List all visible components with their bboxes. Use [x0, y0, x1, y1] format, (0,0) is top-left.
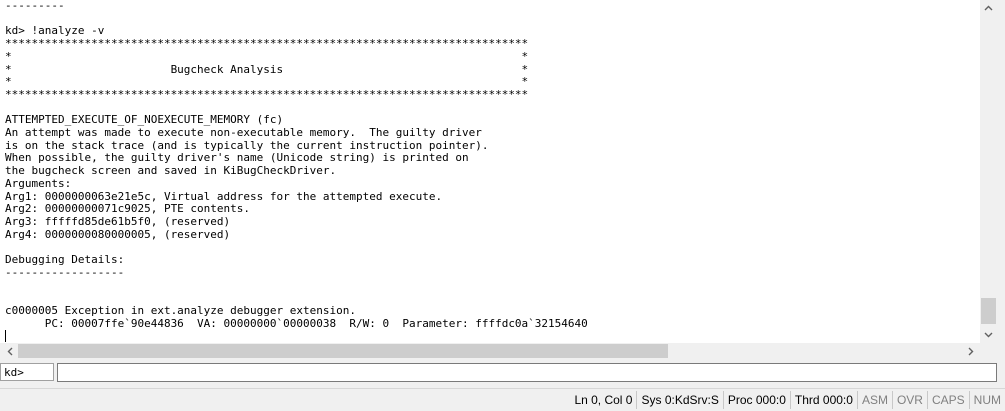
- scroll-left-button[interactable]: [2, 343, 19, 360]
- vertical-scroll-thumb[interactable]: [981, 298, 996, 324]
- output-line: PC: 00007ffe`90e44836 VA: 00000000`00000…: [5, 316, 588, 330]
- command-row: kd>: [0, 362, 1005, 384]
- output-line: ---------: [5, 0, 65, 12]
- output-line: the bugcheck screen and saved in KiBugCh…: [5, 164, 337, 178]
- scroll-down-button[interactable]: [980, 326, 997, 343]
- output-line: When possible, the guilty driver's name …: [5, 151, 469, 165]
- output-line: is on the stack trace (and is typically …: [5, 138, 489, 152]
- output-line: ****************************************…: [5, 87, 529, 101]
- text-caret: [5, 330, 6, 343]
- vertical-scrollbar[interactable]: [980, 0, 997, 343]
- output-line: Arg1: 0000000063e21e5c, Virtual address …: [5, 189, 443, 203]
- output-line: Arg3: fffffd85de61b5f0, (reserved): [5, 214, 231, 228]
- output-line: Arg2: 00000000071c9025, PTE contents.: [5, 202, 251, 216]
- chevron-left-icon: [7, 347, 13, 356]
- scroll-right-button[interactable]: [962, 343, 979, 360]
- scroll-up-button[interactable]: [980, 0, 997, 17]
- command-input[interactable]: [57, 363, 997, 382]
- chevron-down-icon: [984, 332, 993, 338]
- status-bar: Ln 0, Col 0 Sys 0:KdSrv:S Proc 000:0 Thr…: [0, 388, 1005, 411]
- output-line: * *: [5, 75, 529, 89]
- output-line: * *: [5, 49, 529, 63]
- output-line: ****************************************…: [5, 37, 529, 51]
- scrollbar-corner: [980, 343, 1005, 360]
- chevron-up-icon: [984, 5, 993, 11]
- output-line: Arguments:: [5, 176, 72, 190]
- status-cursor-position: Ln 0, Col 0: [574, 393, 633, 407]
- output-line: Debugging Details:: [5, 253, 125, 267]
- output-line: kd> !analyze -v: [5, 24, 105, 38]
- status-system: Sys 0:KdSrv:S: [636, 391, 722, 409]
- command-output-text: --------- kd> !analyze -v **************…: [0, 0, 588, 343]
- status-num: NUM: [968, 391, 1005, 409]
- output-line: c0000005 Exception in ext.analyze debugg…: [5, 303, 356, 317]
- status-process: Proc 000:0: [722, 391, 790, 409]
- output-line: ATTEMPTED_EXECUTE_OF_NOEXECUTE_MEMORY (f…: [5, 113, 284, 127]
- debugger-window: --------- kd> !analyze -v **************…: [0, 0, 1005, 411]
- status-thread: Thrd 000:0: [789, 391, 857, 409]
- output-line: An attempt was made to execute non-execu…: [5, 126, 482, 140]
- output-line: ------------------: [5, 265, 125, 279]
- command-output-pane[interactable]: --------- kd> !analyze -v **************…: [0, 0, 981, 343]
- output-line: * Bugcheck Analysis *: [5, 62, 529, 76]
- command-prompt-label: kd>: [0, 363, 54, 381]
- output-line: Arg4: 0000000080000005, (reserved): [5, 227, 231, 241]
- status-caps: CAPS: [926, 391, 969, 409]
- chevron-right-icon: [968, 347, 974, 356]
- horizontal-scroll-thumb[interactable]: [18, 344, 668, 358]
- status-ovr: OVR: [891, 391, 927, 409]
- horizontal-scrollbar[interactable]: [0, 343, 980, 360]
- status-asm: ASM: [856, 391, 892, 409]
